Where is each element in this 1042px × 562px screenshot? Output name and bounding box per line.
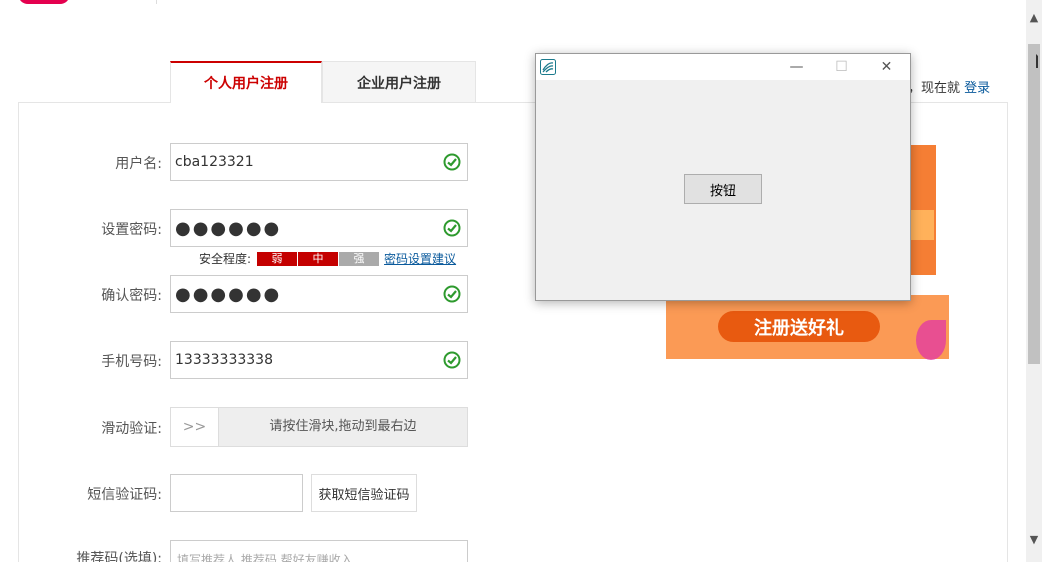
strength-weak: 弱: [257, 251, 298, 266]
login-link[interactable]: 登录: [964, 81, 990, 96]
confirm-password-label: 确认密码:: [101, 288, 162, 304]
valid-check-icon: [443, 219, 461, 237]
referral-label: 推荐码(选填):: [76, 551, 162, 562]
slider-verify: >> 请按住滑块,拖动到最右边: [170, 407, 468, 447]
minimize-button[interactable]: —: [774, 54, 819, 80]
header-divider: [156, 0, 157, 4]
window-titlebar[interactable]: — ☐ ✕: [536, 54, 910, 80]
dialog-action-button[interactable]: 按钮: [684, 174, 762, 204]
phone-label: 手机号码:: [101, 354, 162, 370]
scroll-down-icon[interactable]: ▼: [1026, 532, 1042, 548]
login-hint: ，现在就 登录: [908, 77, 990, 96]
confirm-password-input[interactable]: ●●●●●●: [170, 275, 468, 313]
tab-personal-register[interactable]: 个人用户注册: [170, 61, 322, 103]
mouse-cursor-icon: [1036, 54, 1042, 68]
password-advice-link[interactable]: 密码设置建议: [384, 250, 456, 267]
tab-enterprise-register[interactable]: 企业用户注册: [322, 61, 476, 103]
phone-input[interactable]: 13333333338: [170, 341, 468, 379]
confirm-password-value: ●●●●●●: [175, 283, 282, 305]
username-label: 用户名:: [115, 156, 162, 172]
app-icon: [540, 59, 556, 75]
site-logo[interactable]: [18, 0, 70, 4]
sms-code-input[interactable]: [170, 474, 303, 512]
strength-strong: 强: [339, 251, 380, 266]
referral-input[interactable]: 填写推荐人 推荐码 帮好友赚收入: [170, 540, 468, 562]
page-scrollbar[interactable]: ▲ ▼: [1026, 0, 1042, 562]
password-input[interactable]: ●●●●●●: [170, 209, 468, 247]
slider-hint-text: 请按住滑块,拖动到最右边: [269, 419, 417, 434]
sms-code-label: 短信验证码:: [87, 487, 162, 503]
promo-gift-button[interactable]: 注册送好礼: [718, 311, 880, 342]
close-button[interactable]: ✕: [864, 54, 909, 80]
strength-label: 安全程度:: [199, 252, 252, 266]
valid-check-icon: [443, 153, 461, 171]
strength-medium: 中: [298, 251, 339, 266]
phone-value: 13333333338: [175, 352, 273, 368]
password-strength: 安全程度: 弱 中 强 密码设置建议: [199, 250, 456, 267]
promo-swirl-graphic: [916, 320, 946, 360]
get-sms-code-button[interactable]: 获取短信验证码: [311, 474, 417, 512]
popup-window: — ☐ ✕ 按钮: [535, 53, 911, 301]
password-label: 设置密码:: [101, 222, 162, 238]
registration-page: 个人用户注册 企业用户注册 ，现在就 登录 用户名: cba123321 设置密…: [0, 0, 1042, 562]
scroll-up-icon[interactable]: ▲: [1026, 10, 1042, 26]
valid-check-icon: [443, 351, 461, 369]
password-value: ●●●●●●: [175, 217, 282, 239]
username-value: cba123321: [175, 154, 254, 170]
slider-handle[interactable]: >>: [171, 408, 219, 446]
maximize-button[interactable]: ☐: [819, 54, 864, 80]
login-hint-text: ，现在就: [908, 81, 961, 96]
valid-check-icon: [443, 285, 461, 303]
slider-verify-label: 滑动验证:: [101, 421, 162, 437]
scroll-thumb[interactable]: [1028, 44, 1040, 364]
username-input[interactable]: cba123321: [170, 143, 468, 181]
